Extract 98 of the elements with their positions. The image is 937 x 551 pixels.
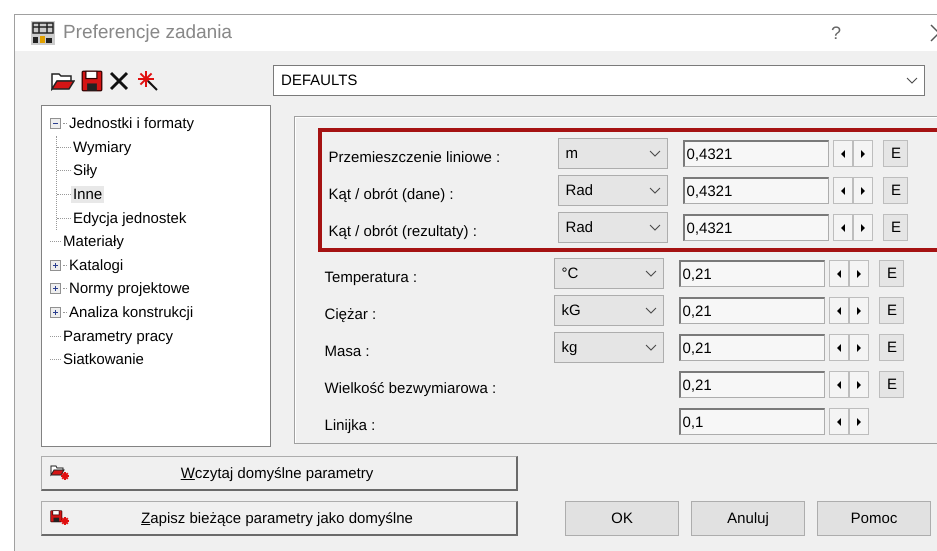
profile-dropdown[interactable]: DEFAULTS [273, 65, 925, 96]
left-triangle-icon [837, 306, 842, 314]
chevron-down-icon [649, 187, 662, 194]
dialog-button[interactable]: Pomoc [817, 501, 931, 536]
increase-button[interactable] [849, 371, 870, 398]
tree-item[interactable]: Wymiary [71, 138, 134, 156]
chevron-down-icon [649, 224, 662, 231]
unit-label: Masa : [324, 342, 370, 360]
left-triangle-icon [841, 150, 846, 158]
decrease-button[interactable] [829, 260, 850, 287]
save-defaults-button[interactable]: Zapisz bieżące parametry jako domyślne [41, 501, 518, 536]
increase-button[interactable] [853, 177, 874, 204]
decrease-button[interactable] [833, 214, 854, 241]
app-icon [31, 21, 55, 45]
right-triangle-icon [857, 270, 862, 278]
unit-dropdown[interactable]: °C [554, 258, 664, 289]
chevron-down-icon [649, 150, 662, 157]
right-triangle-icon [857, 306, 862, 314]
left-triangle-icon [837, 270, 842, 278]
increase-button[interactable] [849, 334, 870, 361]
value-field[interactable]: 0,4321 [683, 214, 830, 241]
right-triangle-icon [857, 344, 862, 352]
left-triangle-icon [837, 380, 842, 388]
value-field[interactable]: 0,1 [679, 408, 826, 435]
tree-item[interactable]: Jednostki i formaty [67, 115, 196, 132]
right-triangle-icon [861, 186, 866, 194]
value-field[interactable]: 0,4321 [683, 140, 830, 167]
chevron-down-icon [645, 344, 658, 351]
unit-dropdown[interactable]: kG [554, 295, 664, 326]
unit-dropdown[interactable]: kg [554, 332, 664, 363]
increase-button[interactable] [849, 260, 870, 287]
right-triangle-icon [861, 224, 866, 232]
increase-button[interactable] [853, 140, 874, 167]
unit-label: Kąt / obrót (dane) : [328, 185, 455, 203]
value-field[interactable]: 0,21 [679, 260, 826, 287]
tree-item[interactable]: Katalogi [67, 256, 126, 274]
floppy-star-icon [50, 510, 70, 526]
right-triangle-icon [857, 418, 862, 426]
edit-button[interactable]: E [879, 260, 904, 287]
edit-button[interactable]: E [879, 297, 904, 324]
left-triangle-icon [841, 224, 846, 232]
tree-item[interactable]: Edycja jednostek [71, 210, 188, 227]
window-title: Preferencje zadania [63, 22, 232, 44]
decrease-button[interactable] [829, 334, 850, 361]
tree-item[interactable]: Siatkowanie [61, 351, 146, 368]
edit-button[interactable]: E [883, 214, 908, 241]
decrease-button[interactable] [833, 140, 854, 167]
folder-star-icon [50, 465, 70, 481]
collapse-icon[interactable] [50, 118, 61, 130]
expand-icon[interactable] [50, 283, 61, 294]
expand-icon[interactable] [50, 260, 61, 271]
unit-label: Temperatura : [324, 268, 418, 286]
tree-item[interactable]: Parametry pracy [61, 328, 176, 345]
edit-button[interactable]: E [883, 177, 908, 204]
tree-item[interactable]: Inne [71, 186, 104, 204]
decrease-button[interactable] [829, 297, 850, 324]
chevron-down-icon [906, 77, 918, 84]
left-triangle-icon [837, 418, 842, 426]
increase-button[interactable] [853, 214, 874, 241]
right-triangle-icon [861, 150, 866, 158]
edit-button[interactable]: E [879, 334, 904, 361]
left-triangle-icon [841, 186, 846, 194]
unit-label: Kąt / obrót (rezultaty) : [328, 222, 478, 240]
unit-dropdown[interactable]: Rad [558, 175, 668, 206]
value-field[interactable]: 0,21 [679, 334, 826, 361]
chevron-down-icon [645, 307, 658, 314]
unit-label: Ciężar : [324, 305, 378, 323]
left-triangle-icon [837, 344, 842, 352]
star-icon[interactable] [135, 70, 159, 92]
tree-item[interactable]: Materiały [61, 233, 126, 250]
unit-dropdown[interactable]: Rad [558, 212, 668, 243]
decrease-button[interactable] [833, 177, 854, 204]
close-icon[interactable] [109, 70, 129, 90]
increase-button[interactable] [849, 408, 870, 435]
load-defaults-button[interactable]: Wczytaj domyślne parametry [41, 456, 518, 491]
dialog-button[interactable]: Anuluj [691, 501, 805, 536]
value-field[interactable]: 0,21 [679, 371, 826, 398]
value-field[interactable]: 0,21 [679, 297, 826, 324]
unit-dropdown[interactable]: m [558, 138, 668, 169]
chevron-down-icon [645, 270, 658, 277]
value-field[interactable]: 0,4321 [683, 177, 830, 204]
unit-label: Wielkość bezwymiarowa : [324, 379, 498, 397]
tree-item[interactable]: Analiza konstrukcji [67, 304, 196, 322]
unit-label: Przemieszczenie liniowe : [328, 148, 502, 166]
right-triangle-icon [857, 380, 862, 388]
decrease-button[interactable] [829, 371, 850, 398]
increase-button[interactable] [849, 297, 870, 324]
open-folder-icon[interactable] [51, 70, 75, 90]
decrease-button[interactable] [829, 408, 850, 435]
expand-icon[interactable] [50, 307, 61, 318]
tree-item[interactable]: Normy projektowe [67, 280, 192, 298]
edit-button[interactable]: E [879, 371, 904, 398]
tree-item[interactable]: Siły [71, 162, 100, 180]
save-icon[interactable] [81, 70, 103, 92]
help-button[interactable]: ? [826, 22, 845, 44]
edit-button[interactable]: E [883, 140, 908, 167]
dialog-button[interactable]: OK [565, 501, 679, 536]
unit-label: Linijka : [324, 416, 376, 434]
